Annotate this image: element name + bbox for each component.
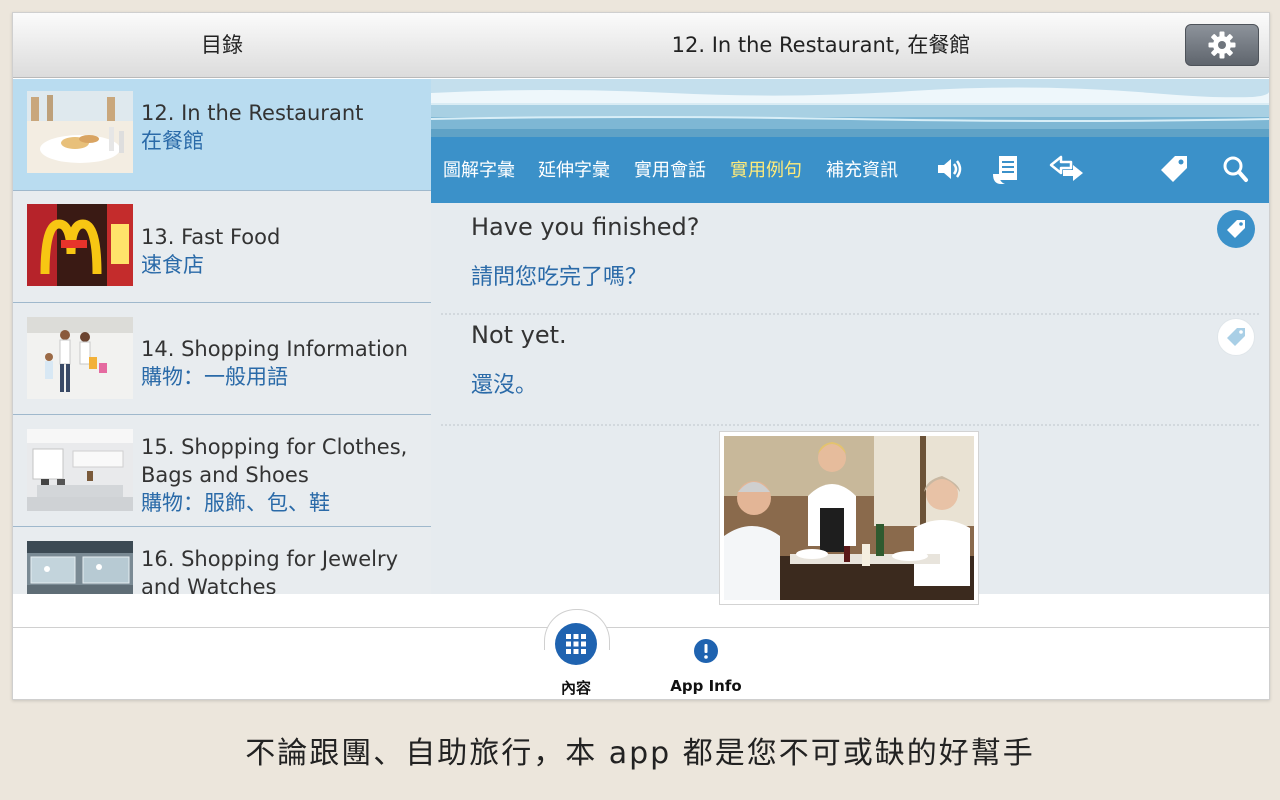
tab-supplementary-info[interactable]: 補充資訊 <box>826 137 898 203</box>
row-divider <box>441 424 1259 426</box>
ocean-banner <box>431 79 1269 137</box>
tab-illustrated-vocab[interactable]: 圖解字彙 <box>443 137 515 203</box>
exclamation-icon <box>704 644 708 659</box>
phrase-chinese: 請問您吃完了嗎？ <box>471 265 648 290</box>
lesson-title-zh: 速食店 <box>141 253 204 277</box>
phrase-item[interactable]: Not yet. 還沒。 <box>431 315 1269 415</box>
contents-nav-button[interactable] <box>555 623 597 665</box>
app-info-nav-button[interactable] <box>694 639 718 663</box>
lesson-title-zh: 在餐館 <box>141 129 204 153</box>
contents-nav-label[interactable]: 內容 <box>541 677 611 698</box>
lesson-title-en: 13. Fast Food <box>141 225 281 249</box>
document-icon[interactable] <box>991 154 1021 186</box>
tab-extended-vocab[interactable]: 延伸字彙 <box>538 137 610 203</box>
tag-icon <box>1227 328 1245 346</box>
lesson-thumbnail <box>27 204 133 286</box>
lesson-thumbnail <box>27 317 133 399</box>
lesson-title-zh: 購物：一般用語 <box>141 365 288 389</box>
settings-button[interactable] <box>1185 24 1259 66</box>
tab-conversation[interactable]: 實用會話 <box>634 137 706 203</box>
header-bar: 目錄 12. In the Restaurant, 在餐館 <box>13 13 1269 78</box>
grid-icon <box>566 634 586 654</box>
lesson-item-13[interactable]: 13. Fast Food 速食店 <box>13 191 431 303</box>
bookmark-tag-button[interactable] <box>1217 318 1255 356</box>
swap-icon[interactable] <box>1049 154 1085 184</box>
phrase-item[interactable]: Have you finished? 請問您吃完了嗎？ <box>431 203 1269 303</box>
bottom-nav <box>13 627 1269 699</box>
tag-icon[interactable] <box>1159 154 1189 184</box>
lesson-title-zh: 購物：服飾、包、鞋 <box>141 491 330 515</box>
promo-caption: 不論跟團、自助旅行，本 app 都是您不可或缺的好幫手 <box>245 736 1035 771</box>
contents-title: 目錄 <box>201 33 243 57</box>
bookmark-tag-button[interactable] <box>1217 210 1255 248</box>
lesson-thumbnail <box>27 541 133 594</box>
gear-icon <box>1208 31 1236 59</box>
lesson-item-12[interactable]: 12. In the Restaurant 在餐館 <box>13 79 431 191</box>
lesson-thumbnail <box>27 91 133 173</box>
lesson-thumbnail <box>27 429 133 511</box>
lesson-title-en: 15. Shopping for Clothes, <box>141 435 408 459</box>
app-window: 目錄 12. In the Restaurant, 在餐館 12. In the… <box>12 12 1270 700</box>
phrase-english: Not yet. <box>471 321 567 349</box>
sentence-list: Have you finished? 請問您吃完了嗎？ Not yet. 還沒。 <box>431 203 1269 605</box>
lesson-item-14[interactable]: 14. Shopping Information 購物：一般用語 <box>13 303 431 415</box>
speaker-icon[interactable] <box>935 154 963 184</box>
lesson-title-en: 12. In the Restaurant <box>141 101 364 125</box>
phrase-english: Have you finished? <box>471 213 700 241</box>
lesson-title-en: 14. Shopping Information <box>141 337 408 361</box>
tab-example-sentences[interactable]: 實用例句 <box>730 137 802 203</box>
lesson-item-16[interactable]: 16. Shopping for Jewelry and Watches <box>13 527 431 594</box>
section-toolbar: 圖解字彙 延伸字彙 實用會話 實用例句 補充資訊 <box>431 137 1269 203</box>
lesson-item-15[interactable]: 15. Shopping for Clothes, Bags and Shoes… <box>13 415 431 527</box>
lesson-title-en-line2: Bags and Shoes <box>141 463 309 487</box>
lesson-list: 12. In the Restaurant 在餐館 13. Fast Food … <box>13 79 431 594</box>
search-icon[interactable] <box>1221 154 1249 184</box>
restaurant-photo <box>719 431 979 605</box>
lesson-title-en: 16. Shopping for Jewelry <box>141 547 399 571</box>
app-info-nav-label[interactable]: App Info <box>661 677 751 695</box>
phrase-chinese: 還沒。 <box>471 373 538 398</box>
lesson-title-en-line2: and Watches <box>141 575 277 594</box>
lesson-title: 12. In the Restaurant, 在餐館 <box>671 33 971 57</box>
tag-icon <box>1227 220 1245 238</box>
